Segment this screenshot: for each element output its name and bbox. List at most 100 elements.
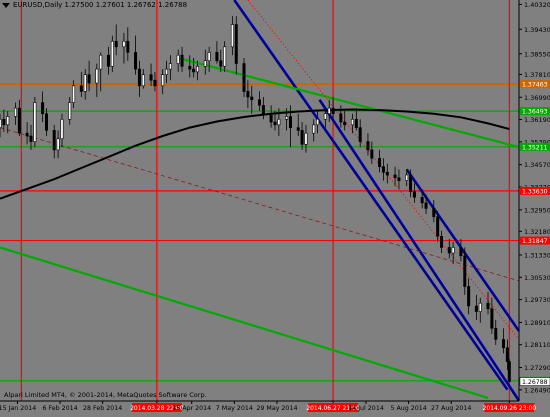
candle-body: [29, 135, 33, 142]
x-tick-label: 5 Aug 2014: [390, 405, 426, 412]
x-tick-label: 29 May 2014: [256, 405, 297, 412]
candle-body: [165, 68, 169, 75]
open-value: 1.27500: [64, 1, 94, 9]
y-tick-label: 1.39430: [524, 26, 550, 34]
candle-body: [478, 302, 482, 312]
candle-body: [215, 52, 219, 62]
candle-body: [300, 130, 304, 145]
candle-body: [502, 339, 506, 349]
candle-body: [134, 52, 138, 70]
y-tick-label: 1.40320: [524, 1, 550, 9]
candle-body: [463, 255, 467, 287]
candle-body: [269, 113, 273, 123]
candle-body: [304, 132, 308, 145]
candle-body: [436, 216, 440, 237]
close-value: 1.26788: [158, 1, 188, 9]
candle-body: [339, 113, 343, 123]
candle-body: [354, 118, 358, 128]
candle-body: [13, 107, 17, 117]
price-level-label: 1.37463: [522, 82, 548, 89]
x-tick-label: 7 May 2014: [216, 405, 253, 412]
low-value: 1.26762: [126, 1, 156, 9]
candle-body: [378, 157, 382, 167]
y-tick-label: 1.27290: [524, 364, 550, 372]
candle-body: [203, 60, 207, 67]
candle-body: [207, 52, 211, 62]
candle-body: [505, 347, 509, 363]
candle-body: [397, 177, 401, 181]
price-chart[interactable]: 1.40320 1.39430 1.38550 1.37810 1.36990 1.361…: [0, 0, 550, 413]
candle-body: [412, 191, 416, 198]
candle-body: [188, 66, 192, 70]
candle-body: [242, 63, 246, 92]
y-tick-label: 1.26490: [524, 386, 550, 394]
candle-body: [409, 174, 413, 193]
candle-body: [110, 40, 114, 67]
candle-body: [180, 54, 184, 67]
candle-body: [393, 174, 397, 179]
candle-body: [327, 107, 331, 114]
candle-body: [52, 130, 56, 151]
candle-body: [316, 118, 320, 126]
y-tick-label: 1.32950: [524, 206, 550, 214]
candle-body: [420, 196, 424, 204]
current-price-label: 1.26788: [522, 379, 548, 386]
x-tick-label: 28 Feb 2014: [83, 405, 122, 412]
chart-window: 1.40320 1.39430 1.38550 1.37810 1.36990 1.361…: [0, 0, 550, 413]
chart-header: EURUSD,Daily 1.27500 1.27601 1.26762 1.2…: [2, 1, 187, 9]
x-tick-label: 15 Jan 2014: [0, 405, 36, 412]
candle-body: [486, 302, 490, 310]
candle-body: [25, 132, 29, 137]
candle-body: [312, 124, 316, 134]
candle-body: [451, 247, 455, 254]
candle-body: [33, 102, 37, 142]
candle-body: [440, 236, 444, 248]
y-tick-label: 1.29730: [524, 296, 550, 304]
dropdown-arrow-icon[interactable]: [2, 2, 10, 8]
candle-body: [114, 40, 118, 48]
candle-body: [343, 121, 347, 126]
candle-body: [250, 96, 254, 101]
candle-body: [219, 60, 223, 67]
candle-body: [196, 66, 200, 73]
candle-body: [44, 113, 48, 131]
price-level-label: 1.33630: [522, 188, 548, 195]
candle-body: [323, 113, 327, 120]
copyright-text: Alpari Limited MT4, © 2001-2014, MetaQuo…: [4, 391, 207, 399]
candle-body: [234, 24, 238, 64]
y-tick-label: 1.31330: [524, 251, 550, 259]
candle-body: [296, 127, 300, 131]
candle-body: [467, 286, 471, 307]
candle-body: [288, 116, 292, 128]
y-tick-label: 1.34570: [524, 161, 550, 169]
candle-body: [72, 85, 76, 103]
symbol-label: EURUSD,Daily: [13, 1, 63, 9]
price-level-label: 1.36493: [522, 109, 548, 116]
candle-body: [83, 74, 87, 92]
candle-body: [99, 54, 103, 70]
candle-body: [60, 118, 64, 140]
candle-body: [277, 118, 281, 126]
candle-body: [381, 166, 385, 173]
candle-body: [0, 118, 2, 128]
candle-body: [261, 105, 265, 114]
y-tick-label: 1.38550: [524, 50, 550, 58]
candle-body: [161, 74, 165, 87]
candle-body: [68, 102, 72, 120]
candle-body: [424, 202, 428, 209]
candle-body: [126, 40, 130, 53]
candle-body: [141, 74, 145, 87]
candle-body: [273, 121, 277, 126]
candle-body: [331, 107, 335, 114]
candle-body: [432, 208, 436, 218]
candle-body: [17, 107, 21, 134]
candle-body: [447, 247, 451, 254]
candle-body: [87, 74, 91, 84]
plot-background: [0, 0, 519, 401]
candle-body: [192, 68, 196, 73]
x-tick-label: 14 Jul 2014: [348, 405, 384, 412]
candle-body: [246, 91, 250, 98]
candle-body: [459, 247, 463, 257]
candle-body: [137, 68, 141, 87]
candle-body: [507, 361, 511, 382]
